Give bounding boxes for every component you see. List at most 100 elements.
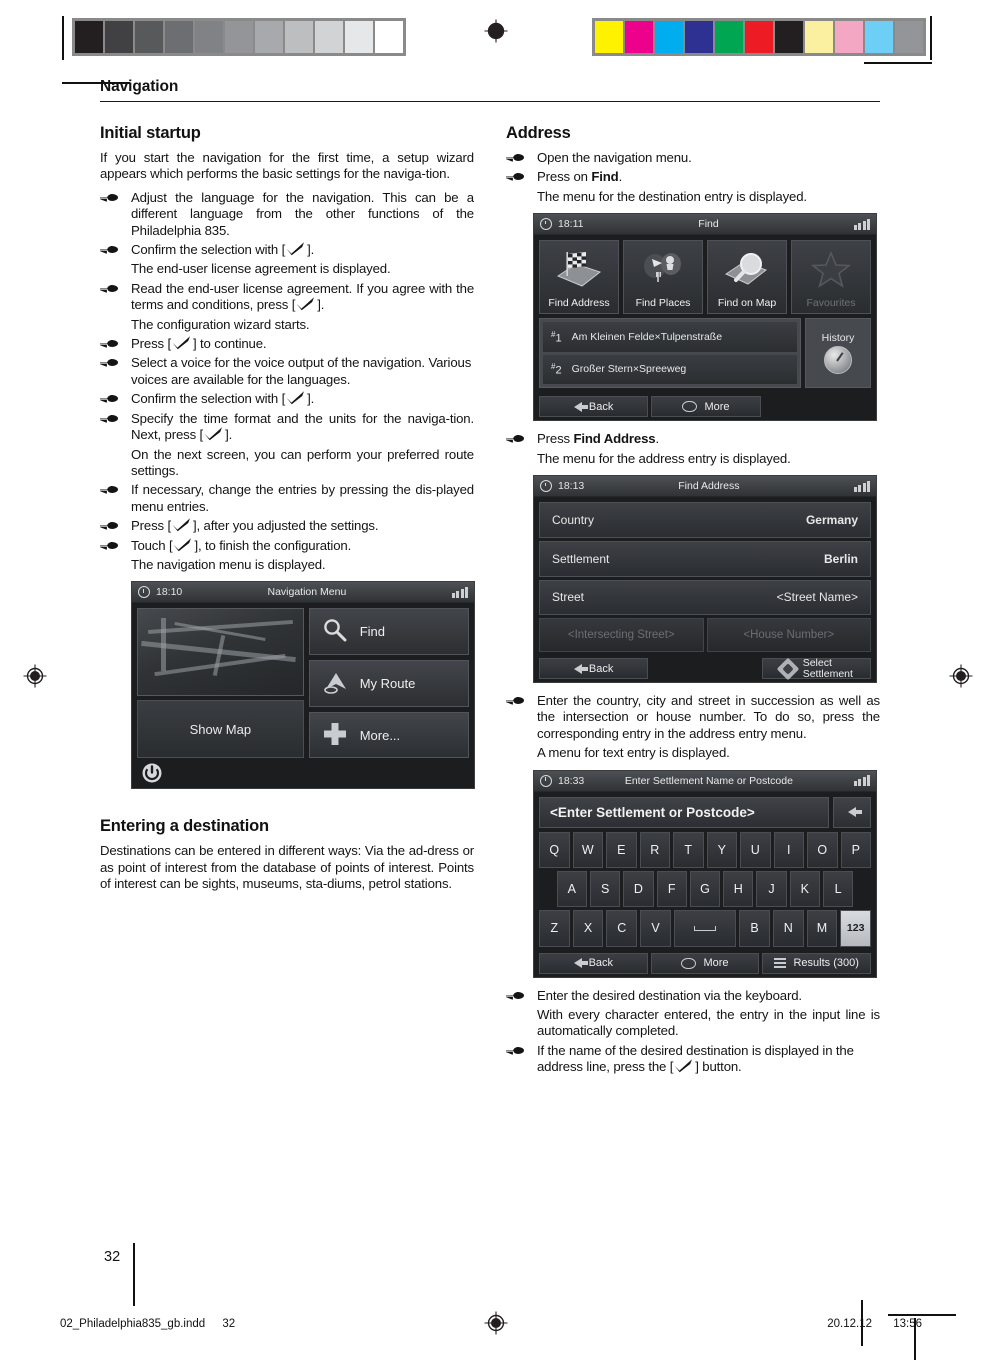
key-d[interactable]: D [623,870,654,908]
list-item: Open the navigation menu. [506,150,880,166]
screen-title: Find Address [678,480,740,493]
screen-bottom-bar: Back Select Settlement [534,655,876,682]
back-button[interactable]: Back [539,396,649,418]
country-row[interactable]: Country Germany [539,502,871,538]
more-label: More [704,400,730,413]
checkmark-icon [673,1059,695,1073]
settlement-input[interactable]: <Enter Settlement or Postcode> [539,796,829,828]
paragraph-destination: Destinations can be entered in different… [100,843,474,892]
text-after-check: ] to continue. [193,336,267,352]
key-k[interactable]: K [789,870,820,908]
key-n[interactable]: N [772,910,804,947]
rank-number: 1 [555,332,562,345]
results-button[interactable]: Results (300) [762,952,872,974]
color-swatch-0 [595,21,623,53]
key-j[interactable]: J [756,870,787,908]
list-item-text: Read the end-user license agreement. If … [131,281,474,314]
key-f[interactable]: F [656,870,687,908]
more-button[interactable]: More [650,952,760,974]
key-r[interactable]: R [639,831,670,868]
running-head: Navigation [100,78,179,95]
list-item: If necessary, change the entries by pres… [100,482,474,515]
color-swatch-9 [865,21,893,53]
color-swatch-1 [625,21,653,53]
key-z[interactable]: Z [539,910,570,947]
text-after-bold: . [655,431,659,447]
key-c[interactable]: C [606,910,638,947]
footer-filename: 02_Philadelphia835_gb.indd 32 [60,1318,235,1330]
key-q[interactable]: Q [539,831,570,868]
key-v[interactable]: V [640,910,671,947]
key-p[interactable]: P [840,831,871,868]
find-on-map-tile[interactable]: Find on Map [707,240,787,315]
back-button[interactable]: Back [539,658,649,680]
list-item-text: Adjust the language for the navigation. … [131,189,474,238]
intersecting-street-label: <Intersecting Street> [567,629,675,642]
gray-swatch-10 [375,21,403,53]
signal-bars-icon [853,218,870,230]
plus-icon [322,721,348,750]
arrow-left-icon [848,807,862,818]
hand-pointer-icon [100,355,131,369]
heading-entering-destination: Entering a destination [100,817,269,836]
list-item: Confirm the selection with []. [100,242,474,258]
more-button[interactable]: More... [308,711,469,759]
key-y[interactable]: Y [706,831,737,868]
key-a[interactable]: A [556,870,587,908]
grayscale-colorbar [72,18,406,56]
signal-bars-icon [853,775,870,787]
text-before-bold: Press [537,431,574,447]
gray-swatch-2 [135,21,163,53]
signal-bars-icon [853,480,870,492]
show-map-button[interactable]: Show Map [137,700,304,759]
key-h[interactable]: H [723,870,754,908]
favourites-tile[interactable]: Favourites [791,240,871,315]
list-item[interactable]: #2 Großer Stern×Spreeweg [543,354,797,385]
arrow-left-icon [573,401,588,412]
list-note: The end-user license agreement is displa… [131,261,391,277]
select-settlement-button[interactable]: Select Settlement [761,657,871,680]
back-button[interactable]: Back [539,952,648,974]
key-b[interactable]: B [739,910,770,947]
key-space[interactable] [673,910,737,947]
history-button[interactable]: History [805,318,871,389]
settlement-row[interactable]: Settlement Berlin [539,540,871,577]
key-o[interactable]: O [807,831,838,868]
key-x[interactable]: X [572,910,604,947]
paragraph-intro: If you start the navigation for the firs… [100,150,474,182]
screen-body: <Enter Settlement or Postcode> Q W E R T [534,792,876,977]
intersecting-street-button[interactable]: <Intersecting Street> [539,618,704,653]
street-row[interactable]: Street <Street Name> [539,579,871,616]
hand-pointer-icon [100,336,131,350]
find-button[interactable]: Find [308,608,469,656]
power-icon[interactable] [141,762,163,784]
house-number-button[interactable]: <House Number> [706,618,871,653]
key-s[interactable]: S [589,870,621,908]
key-g[interactable]: G [689,870,721,908]
key-l[interactable]: L [822,870,854,908]
checkmark-icon [203,427,225,441]
screen-title: Enter Settlement Name or Postcode [624,774,793,787]
key-m[interactable]: M [806,910,838,947]
list-item-text: Touch [], to finish the configuration. [131,538,474,554]
my-route-button[interactable]: My Route [308,660,469,707]
key-e[interactable]: E [606,831,637,868]
history-list: #1 Am Kleinen Felde×Tulpenstraße #2 Groß… [539,318,801,389]
key-w[interactable]: W [572,831,603,868]
key-numeric-mode[interactable]: 123 [840,910,872,947]
key-u[interactable]: U [740,831,771,868]
key-t[interactable]: T [673,831,704,868]
list-item[interactable]: #1 Am Kleinen Felde×Tulpenstraße [543,322,797,352]
find-address-tile[interactable]: Find Address [539,240,619,315]
more-button[interactable]: More [651,396,761,418]
keyboard-row-1: Q W E R T Y U I O P [539,831,871,868]
find-on-map-label: Find on Map [717,297,777,310]
backspace-key[interactable] [833,796,871,828]
key-i[interactable]: I [773,831,804,868]
map-preview[interactable] [137,608,304,697]
find-places-tile[interactable]: Find Places [623,240,703,315]
bottom-spacer [651,658,758,679]
screen-titlebar: 18:11 Find [534,214,876,236]
gray-swatch-6 [255,21,283,53]
find-places-label: Find Places [635,297,691,310]
